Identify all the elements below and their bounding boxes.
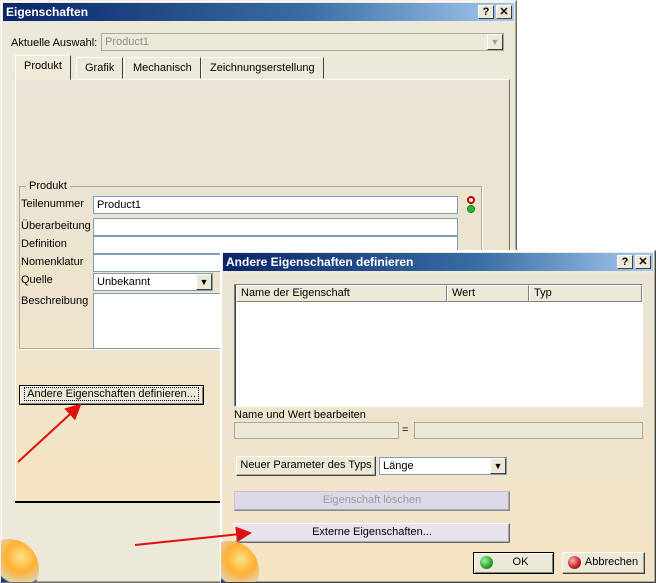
traffic-light-icon[interactable] [466, 196, 476, 216]
tab-grafik[interactable]: Grafik [76, 57, 124, 79]
column-header-type[interactable]: Typ [529, 285, 642, 302]
external-properties-label: Externe Eigenschaften... [312, 526, 432, 538]
dialog-titlebar[interactable]: Andere Eigenschaften definieren ? ✕ [223, 253, 653, 271]
ok-icon [480, 556, 493, 569]
column-label: Name der Eigenschaft [241, 287, 350, 299]
ueberarbeitung-label: Überarbeitung [21, 220, 91, 232]
tab-label: Produkt [24, 60, 62, 72]
chevron-down-icon[interactable]: ▼ [196, 274, 212, 290]
definition-label: Definition [21, 238, 67, 250]
close-button[interactable]: ✕ [496, 5, 512, 19]
tab-zeichnungserstellung[interactable]: Zeichnungserstellung [201, 57, 324, 79]
delete-property-button[interactable]: Eigenschaft löschen [234, 491, 510, 511]
window-title: Eigenschaften [6, 5, 89, 19]
tab-mechanisch[interactable]: Mechanisch [124, 57, 201, 79]
tab-produkt[interactable]: Produkt [15, 55, 71, 80]
define-properties-dialog: Andere Eigenschaften definieren ? ✕ Name… [220, 250, 656, 583]
teilenummer-label: Teilenummer [21, 198, 84, 210]
column-label: Wert [452, 287, 476, 299]
sun-logo [1, 539, 39, 582]
new-parameter-button[interactable]: Neuer Parameter des Typs [236, 456, 376, 476]
nomenklatur-label: Nomenklatur [21, 256, 84, 268]
dialog-title: Andere Eigenschaften definieren [226, 255, 414, 269]
edit-name-input[interactable] [234, 422, 399, 439]
new-parameter-label: Neuer Parameter des Typs [240, 459, 372, 471]
tab-label: Zeichnungserstellung [210, 62, 315, 74]
edit-value-input[interactable] [414, 422, 643, 439]
define-other-properties-label: Andere Eigenschaften definieren... [24, 387, 199, 401]
quelle-value: Unbekannt [97, 276, 151, 288]
column-label: Typ [534, 287, 552, 299]
ok-button[interactable]: OK [473, 552, 554, 574]
chevron-down-icon[interactable]: ▼ [487, 34, 503, 50]
parameter-type-select[interactable]: Länge ▼ [379, 457, 507, 475]
cancel-button[interactable]: Abbrechen [562, 552, 645, 574]
selection-label: Aktuelle Auswahl: [11, 37, 98, 49]
product-group-title: Produkt [26, 180, 70, 192]
external-properties-button[interactable]: Externe Eigenschaften... [234, 523, 510, 543]
ok-label: OK [512, 556, 529, 568]
parameter-type-value: Länge [383, 460, 414, 472]
close-button[interactable]: ✕ [635, 255, 651, 269]
equals-sign: = [402, 424, 409, 436]
delete-property-label: Eigenschaft löschen [322, 494, 422, 506]
define-other-properties-button[interactable]: Andere Eigenschaften definieren... [19, 385, 204, 405]
edit-label: Name und Wert bearbeiten [234, 409, 366, 421]
quelle-label: Quelle [21, 274, 53, 286]
cancel-icon [568, 556, 581, 569]
help-button[interactable]: ? [617, 255, 633, 269]
quelle-select[interactable]: Unbekannt ▼ [93, 273, 213, 291]
properties-list[interactable]: Name der Eigenschaft Wert Typ [234, 284, 643, 407]
teilenummer-input[interactable]: Product1 [93, 196, 458, 214]
ueberarbeitung-input[interactable] [93, 218, 458, 236]
selection-value: Product1 [105, 36, 150, 48]
help-button[interactable]: ? [478, 5, 494, 19]
chevron-down-icon[interactable]: ▼ [490, 458, 506, 474]
selection-combo[interactable]: Product1 ▼ [101, 33, 504, 51]
teilenummer-value: Product1 [97, 199, 142, 211]
column-header-value[interactable]: Wert [447, 285, 529, 302]
column-header-name[interactable]: Name der Eigenschaft [236, 285, 447, 302]
beschreibung-label: Beschreibung [21, 295, 89, 307]
properties-titlebar[interactable]: Eigenschaften ? ✕ [3, 3, 514, 21]
tab-label: Grafik [85, 62, 115, 74]
tab-label: Mechanisch [133, 62, 192, 74]
